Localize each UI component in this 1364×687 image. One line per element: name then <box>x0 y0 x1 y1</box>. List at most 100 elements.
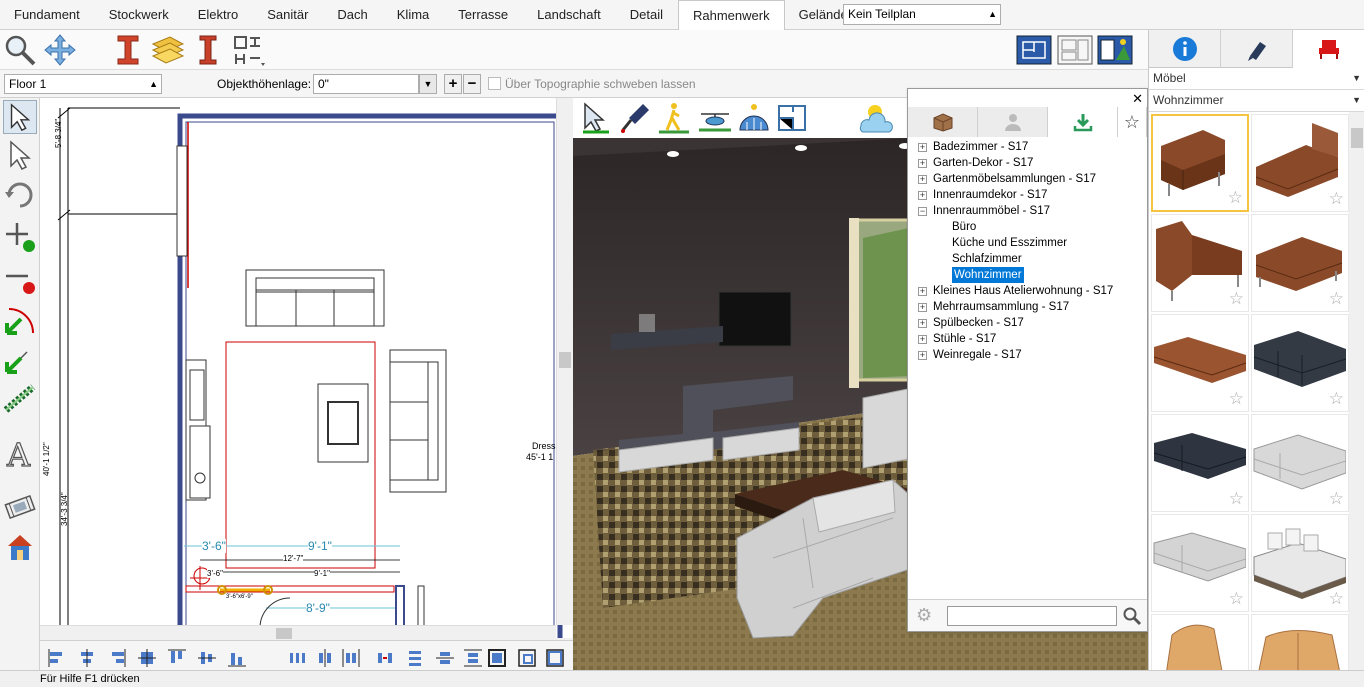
tree-expand-icon[interactable]: + <box>918 191 927 200</box>
scroll-thumb[interactable] <box>1351 128 1363 148</box>
tree-expand-icon[interactable]: + <box>918 319 927 328</box>
tab-favorites[interactable]: ☆ <box>1118 107 1147 137</box>
tree-item[interactable]: + Garten-Dekor - S17 <box>916 155 1144 171</box>
tab-library-objects[interactable] <box>908 107 978 137</box>
catalog-item[interactable]: ☆ <box>1151 114 1249 212</box>
scroll-thumb[interactable] <box>276 628 292 639</box>
catalog-item[interactable] <box>1251 614 1349 670</box>
tree-expand-icon[interactable]: + <box>918 159 927 168</box>
favorite-star-icon[interactable]: ☆ <box>1229 489 1244 509</box>
floor-plan-view-icon[interactable] <box>1015 32 1053 68</box>
tab-downloads[interactable] <box>1048 107 1118 137</box>
tab-materials[interactable] <box>1221 30 1293 68</box>
distribute-v-center-icon[interactable] <box>436 649 454 667</box>
catalog-scrollbar[interactable] <box>1349 112 1364 670</box>
select-3d-icon[interactable] <box>579 100 613 136</box>
library-search-input[interactable] <box>947 606 1117 626</box>
tab-info[interactable] <box>1149 30 1221 68</box>
tree-item[interactable]: + Spülbecken - S17 <box>916 315 1144 331</box>
column-beam-icon[interactable] <box>190 32 226 68</box>
framing-tool-icon[interactable] <box>230 32 266 68</box>
house-view-icon[interactable] <box>3 530 37 564</box>
tree-expand-icon[interactable]: + <box>918 351 927 360</box>
frame-inner-icon[interactable] <box>518 649 536 667</box>
favorite-star-icon[interactable]: ☆ <box>1329 289 1344 309</box>
align-center-h-icon[interactable] <box>78 649 96 667</box>
tree-expand-icon[interactable]: + <box>918 335 927 344</box>
tree-child-item[interactable]: Wohnzimmer <box>916 267 1144 283</box>
favorite-star-icon[interactable]: ☆ <box>1329 389 1344 409</box>
minus-button[interactable]: − <box>463 74 481 94</box>
favorite-star-icon[interactable]: ☆ <box>1229 589 1244 609</box>
catalog-item[interactable]: ☆ <box>1151 314 1249 412</box>
catalog-item[interactable] <box>1151 614 1249 670</box>
plan-horizontal-scrollbar[interactable] <box>40 625 556 640</box>
gear-icon[interactable]: ⚙ <box>916 605 932 626</box>
align-left-icon[interactable] <box>48 649 66 667</box>
catalog-item[interactable]: ☆ <box>1251 314 1349 412</box>
plus-button[interactable]: + <box>444 74 462 94</box>
frame-outer-icon[interactable] <box>546 649 564 667</box>
tab-user-library[interactable] <box>978 107 1048 137</box>
favorite-star-icon[interactable]: ☆ <box>1329 189 1344 209</box>
distribute-v-icon[interactable] <box>406 649 424 667</box>
remove-point-icon[interactable] <box>3 262 37 296</box>
tab-elektro[interactable]: Elektro <box>184 0 253 30</box>
favorite-star-icon[interactable]: ☆ <box>1229 389 1244 409</box>
distribute-h-icon[interactable] <box>288 649 306 667</box>
category-select[interactable]: Möbel ▼ <box>1149 68 1364 90</box>
tab-fundament[interactable]: Fundament <box>0 0 95 30</box>
sun-weather-icon[interactable] <box>855 100 895 136</box>
scroll-thumb[interactable] <box>559 352 571 368</box>
tab-klima[interactable]: Klima <box>383 0 445 30</box>
favorite-star-icon[interactable]: ☆ <box>1229 289 1244 309</box>
catalog-item[interactable]: ☆ <box>1251 214 1349 312</box>
align-bottom-icon[interactable] <box>228 649 246 667</box>
tab-rahmenwerk[interactable]: Rahmenwerk <box>678 0 785 31</box>
select-multiple-icon[interactable] <box>3 138 37 172</box>
eyedropper-icon[interactable] <box>619 100 653 136</box>
tree-item[interactable]: + Badezimmer - S17 <box>916 139 1144 155</box>
favorite-star-icon[interactable]: ☆ <box>1329 489 1344 509</box>
tab-dach[interactable]: Dach <box>323 0 382 30</box>
tree-item[interactable]: + Mehrraumsammlung - S17 <box>916 299 1144 315</box>
floor-select[interactable]: Floor 1 ▲ <box>4 74 162 94</box>
framing-chain-icon[interactable] <box>3 382 37 416</box>
favorite-star-icon[interactable]: ☆ <box>1228 188 1243 208</box>
tab-catalog[interactable] <box>1293 30 1364 68</box>
tree-child-item[interactable]: Küche und Esszimmer <box>916 235 1144 251</box>
zoom-icon[interactable] <box>2 32 38 68</box>
tab-detail[interactable]: Detail <box>616 0 678 30</box>
align-center-both-icon[interactable] <box>138 649 156 667</box>
rotate-icon[interactable] <box>3 178 37 212</box>
distribute-space-icon[interactable] <box>342 649 360 667</box>
tree-expand-icon[interactable]: + <box>918 287 927 296</box>
orbit-view-icon[interactable] <box>737 100 771 136</box>
catalog-item[interactable]: ☆ <box>1151 214 1249 312</box>
tree-child-item[interactable]: Büro <box>916 219 1144 235</box>
align-right-icon[interactable] <box>108 649 126 667</box>
tree-expand-icon[interactable]: + <box>918 143 927 152</box>
lumber-icon[interactable] <box>150 32 186 68</box>
close-icon[interactable]: ✕ <box>1132 91 1143 107</box>
favorite-star-icon[interactable]: ☆ <box>1329 589 1344 609</box>
distribute-v-space-icon[interactable] <box>464 649 482 667</box>
object-height-input[interactable]: 0" <box>313 74 419 94</box>
tree-item[interactable]: + Weinregale - S17 <box>916 347 1144 363</box>
catalog-item[interactable]: ☆ <box>1251 514 1349 612</box>
camera-film-icon[interactable] <box>3 490 37 524</box>
tab-sanitaer[interactable]: Sanitär <box>253 0 323 30</box>
frame-icon[interactable] <box>488 649 506 667</box>
plan-vertical-scrollbar[interactable] <box>556 98 572 625</box>
tree-item[interactable]: + Kleines Haus Atelierwohnung - S17 <box>916 283 1144 299</box>
floor-plan-view[interactable]: 5'-8 3/4" 40'-1 1/2" 34'-3 3/4" 3'-6" 9'… <box>40 98 572 638</box>
edit-line-icon[interactable] <box>3 342 37 376</box>
tab-landschaft[interactable]: Landschaft <box>523 0 616 30</box>
walkthrough-icon[interactable] <box>657 100 691 136</box>
search-icon[interactable] <box>1122 606 1142 626</box>
tree-child-item[interactable]: Schlafzimmer <box>916 251 1144 267</box>
3d-view-icon[interactable] <box>1096 32 1134 68</box>
tree-item[interactable]: + Stühle - S17 <box>916 331 1144 347</box>
tree-item[interactable]: + Innenraumdekor - S17 <box>916 187 1144 203</box>
space-evenly-icon[interactable] <box>376 649 394 667</box>
